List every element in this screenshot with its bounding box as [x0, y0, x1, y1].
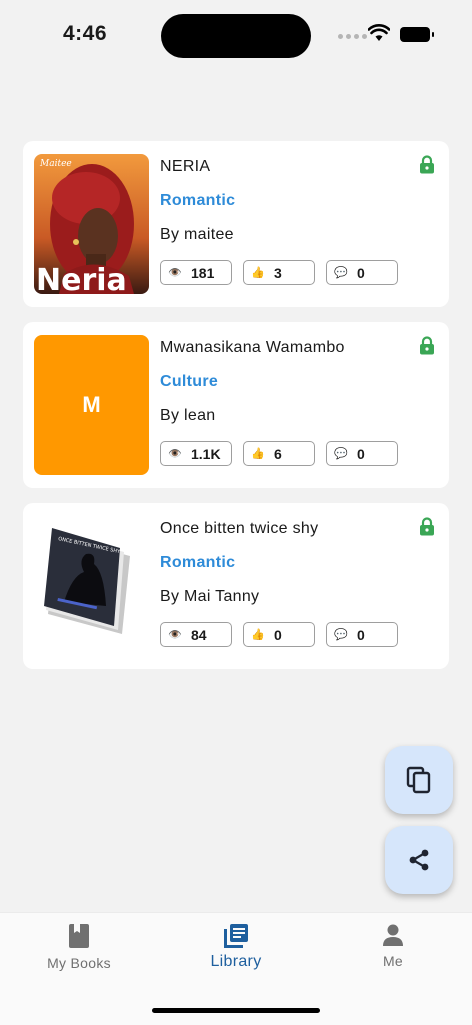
likes-stat[interactable]: 👍 6	[243, 441, 315, 466]
book-stats: 👁️ 1.1K 👍 6 💬 0	[160, 441, 398, 466]
eye-icon: 👁️	[168, 629, 182, 641]
comment-icon: 💬	[334, 267, 348, 279]
book-stats: 👁️ 84 👍 0 💬 0	[160, 622, 398, 647]
book-card[interactable]: Maitee Neria NERIA Romantic By maitee 👁️…	[23, 141, 449, 307]
comments-stat[interactable]: 💬 0	[326, 260, 398, 285]
book-author: By maitee	[160, 226, 234, 243]
thumbs-up-icon: 👍	[251, 267, 265, 279]
wifi-icon	[368, 24, 390, 41]
status-bar: 4:46	[0, 0, 472, 70]
likes-stat[interactable]: 👍 0	[243, 622, 315, 647]
copy-icon	[406, 766, 431, 794]
nav-me[interactable]: Me	[333, 923, 453, 969]
thumbs-up-icon: 👍	[251, 629, 265, 641]
likes-count: 0	[274, 626, 282, 643]
book-icon	[69, 924, 89, 948]
thumbs-up-icon: 👍	[251, 448, 265, 460]
book-cover: Maitee Neria	[34, 154, 149, 294]
views-count: 84	[191, 626, 207, 643]
comment-icon: 💬	[334, 448, 348, 460]
book-card[interactable]: M Mwanasikana Wamambo Culture By lean 👁️…	[23, 322, 449, 488]
likes-count: 3	[274, 264, 282, 281]
cover-top-text: Maitee	[39, 159, 72, 169]
book-title: Once bitten twice shy	[160, 520, 319, 537]
comments-stat[interactable]: 💬 0	[326, 622, 398, 647]
battery-icon	[400, 27, 434, 42]
book-genre[interactable]: Romantic	[160, 554, 235, 572]
book-genre[interactable]: Culture	[160, 373, 218, 391]
eye-icon: 👁️	[168, 267, 182, 279]
cover-initial: M	[82, 392, 101, 417]
book-list: Maitee Neria NERIA Romantic By maitee 👁️…	[23, 141, 449, 684]
nav-label: Library	[210, 953, 262, 970]
eye-icon: 👁️	[168, 448, 182, 460]
views-stat: 👁️ 181	[160, 260, 232, 285]
lock-icon	[420, 155, 434, 174]
comments-count: 0	[357, 264, 365, 281]
views-count: 1.1K	[191, 445, 221, 462]
book-cover-placeholder: M	[34, 335, 149, 475]
lock-icon	[420, 517, 434, 536]
book-title: Mwanasikana Wamambo	[160, 339, 345, 356]
views-stat: 👁️ 84	[160, 622, 232, 647]
book-genre[interactable]: Romantic	[160, 192, 235, 210]
book-author: By lean	[160, 407, 216, 424]
comments-count: 0	[357, 626, 365, 643]
book-author: By Mai Tanny	[160, 588, 260, 605]
library-icon	[224, 924, 248, 948]
book-card[interactable]: ONCE BITTEN TWICE SHY Once bitten twice …	[23, 503, 449, 669]
comments-stat[interactable]: 💬 0	[326, 441, 398, 466]
comment-icon: 💬	[334, 629, 348, 641]
book-stats: 👁️ 181 👍 3 💬 0	[160, 260, 398, 285]
book-title: NERIA	[160, 158, 211, 175]
nav-library[interactable]: Library	[176, 923, 296, 971]
share-button[interactable]	[385, 826, 453, 894]
nav-label: Me	[382, 953, 404, 969]
person-icon	[383, 924, 403, 946]
dynamic-island	[161, 14, 311, 58]
home-indicator	[152, 1008, 320, 1013]
share-icon	[409, 849, 429, 871]
likes-stat[interactable]: 👍 3	[243, 260, 315, 285]
views-stat: 👁️ 1.1K	[160, 441, 232, 466]
cellular-signal-icon	[338, 34, 367, 39]
copy-button[interactable]	[385, 746, 453, 814]
nav-my-books[interactable]: My Books	[19, 923, 139, 971]
nav-label: My Books	[47, 955, 111, 971]
cover-title-text: Neria	[36, 263, 127, 294]
views-count: 181	[191, 264, 215, 281]
status-time: 4:46	[63, 22, 108, 45]
book-cover: ONCE BITTEN TWICE SHY	[34, 516, 149, 656]
likes-count: 6	[274, 445, 282, 462]
comments-count: 0	[357, 445, 365, 462]
lock-icon	[420, 336, 434, 355]
